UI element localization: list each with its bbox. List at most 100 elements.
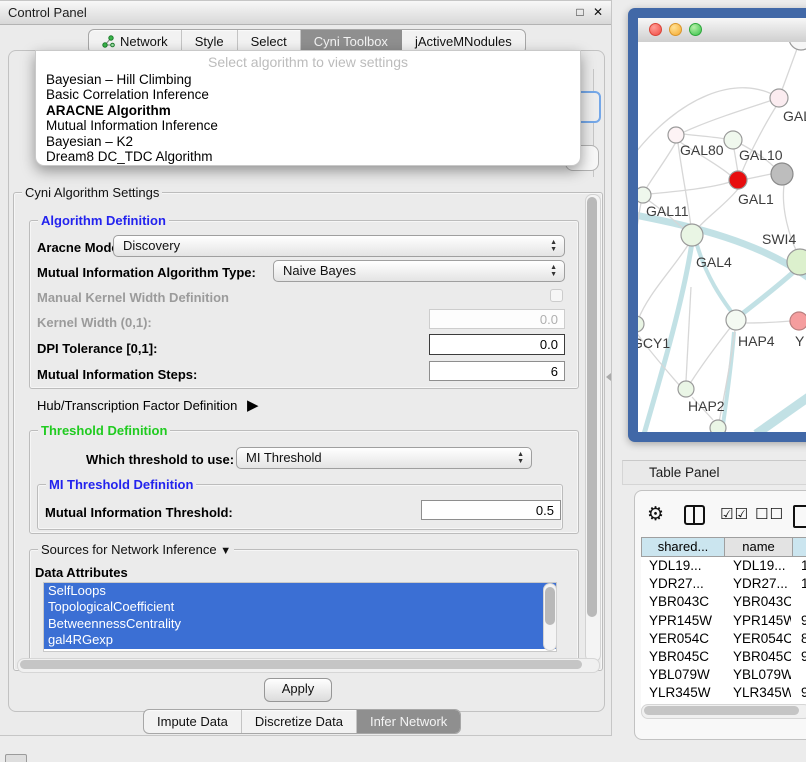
aracne-mode-select[interactable]: Discovery ▲▼ — [113, 235, 565, 257]
network-edge[interactable] — [686, 287, 691, 381]
network-canvas[interactable]: GALGAL80GAL10GAL1GAL11SWI4GAL4GCY1HAP4YH… — [638, 42, 806, 432]
table-body[interactable]: YDL19...YDL19...13YDR27...YDR27...12YBR0… — [641, 557, 806, 709]
tab-impute-data[interactable]: Impute Data — [144, 710, 242, 733]
mac-close-button[interactable] — [649, 23, 662, 36]
control-panel-titlebar[interactable]: Control Panel □ ✕ — [0, 1, 611, 25]
network-edge[interactable] — [684, 134, 725, 139]
attribute-list-item[interactable]: gal4RGexp — [44, 632, 556, 648]
combo-arrows-icon: ▲▼ — [517, 451, 524, 465]
table-row[interactable]: YER054CYER054C8. — [641, 630, 806, 648]
table-row[interactable]: YPR145WYPR145W9. — [641, 612, 806, 630]
table-row[interactable]: YBL079W YBL079W — [641, 666, 806, 684]
dpi-tolerance-field[interactable]: 0.0 — [429, 334, 565, 355]
mi-type-select[interactable]: Naive Bayes ▲▼ — [273, 260, 565, 282]
kernel-width-field[interactable]: 0.0 — [429, 309, 565, 329]
network-node[interactable] — [668, 127, 684, 143]
checked-boxes-icon[interactable]: ☑☑ — [720, 505, 749, 523]
table-cell: YBL079W — [733, 666, 791, 684]
table-row[interactable]: YDL19...YDL19...13 — [641, 557, 806, 575]
network-node[interactable] — [790, 312, 806, 330]
aracne-mode-value: Discovery — [123, 238, 180, 253]
network-node[interactable] — [789, 42, 806, 50]
document-icon[interactable] — [793, 505, 806, 528]
network-edge-highlighted[interactable] — [742, 268, 798, 314]
network-edge[interactable] — [747, 174, 771, 179]
table-row[interactable]: YLR345WYLR345W9. — [641, 684, 806, 702]
attribute-list-item[interactable]: SelfLoops — [44, 583, 556, 599]
collapsed-panel-button[interactable] — [5, 754, 27, 762]
dropdown-item[interactable]: Bayesian – Hill Climbing — [36, 72, 580, 87]
table-row[interactable]: YDR27...YDR27...12 — [641, 575, 806, 593]
manual-kernel-checkbox[interactable] — [550, 289, 563, 302]
network-edge[interactable] — [650, 182, 730, 194]
table-cell: 13 — [801, 557, 806, 575]
dropdown-item[interactable]: Mutual Information Inference — [36, 118, 580, 133]
unchecked-boxes-icon[interactable]: ☐☐ — [755, 505, 784, 523]
network-node[interactable] — [770, 89, 788, 107]
tab-infer-network[interactable]: Infer Network — [357, 710, 460, 733]
gear-icon[interactable]: ⚙ — [647, 505, 664, 524]
dropdown-item[interactable]: Bayesian – K2 — [36, 134, 580, 149]
data-attributes-list[interactable]: SelfLoopsTopologicalCoefficientBetweenne… — [43, 582, 557, 652]
which-threshold-select[interactable]: MI Threshold ▲▼ — [236, 447, 532, 469]
close-panel-icon[interactable]: ✕ — [591, 5, 605, 19]
network-edge[interactable] — [691, 328, 730, 382]
which-threshold-value: MI Threshold — [246, 450, 322, 465]
column-header-a[interactable]: A — [793, 537, 806, 557]
node-label-gal80: GAL80 — [680, 142, 724, 158]
network-node[interactable] — [710, 420, 726, 432]
table-row[interactable]: YBR043CYBR043C — [641, 593, 806, 611]
table-cell: YBR045C — [733, 648, 791, 666]
table-cell: YBL079W — [649, 666, 723, 684]
sources-legend[interactable]: Sources for Network Inference ▼ — [38, 542, 234, 557]
network-node[interactable] — [726, 310, 746, 330]
mi-steps-field[interactable]: 6 — [429, 361, 565, 381]
float-panel-icon[interactable]: □ — [573, 5, 587, 19]
network-node[interactable] — [771, 163, 793, 185]
network-edge-highlighted[interactable] — [638, 214, 806, 282]
network-node[interactable] — [681, 224, 703, 246]
table-cell: 9. — [801, 648, 806, 666]
network-node[interactable] — [638, 316, 644, 332]
dropdown-item[interactable]: ARACNE Algorithm — [36, 103, 580, 118]
column-header-shared[interactable]: shared... — [641, 537, 725, 557]
network-edge[interactable] — [698, 189, 738, 228]
mac-zoom-button[interactable] — [689, 23, 702, 36]
column-header-name[interactable]: name — [725, 537, 793, 557]
network-edge[interactable] — [734, 149, 738, 172]
tab-label: jActiveMNodules — [415, 34, 512, 49]
hub-definition-expander[interactable]: Hub/Transcription Factor Definition ▶ — [37, 396, 259, 414]
table-panel-titlebar[interactable]: Table Panel — [622, 460, 806, 485]
attributes-scrollbar-thumb[interactable] — [545, 587, 555, 625]
settings-vscrollbar-thumb[interactable] — [587, 197, 597, 617]
network-window-titlebar[interactable] — [638, 18, 806, 43]
dropdown-item[interactable]: Basic Correlation Inference — [36, 87, 580, 102]
attributes-list-scrollbar[interactable] — [543, 583, 557, 651]
network-edge[interactable] — [745, 321, 791, 323]
attribute-list-item[interactable]: TopologicalCoefficient — [44, 599, 556, 615]
mi-type-label: Mutual Information Algorithm Type: — [37, 265, 256, 280]
split-columns-icon[interactable] — [684, 505, 705, 525]
network-edge[interactable] — [638, 203, 641, 317]
dropdown-item[interactable]: Dream8 DC_TDC Algorithm — [36, 149, 580, 164]
network-node[interactable] — [787, 249, 806, 275]
table-hscrollbar-thumb[interactable] — [644, 706, 799, 715]
table-horizontal-scrollbar[interactable] — [641, 704, 806, 719]
split-pane-divider-arrow[interactable] — [606, 373, 611, 381]
tab-discretize-data[interactable]: Discretize Data — [242, 710, 357, 733]
settings-vertical-scrollbar[interactable] — [585, 194, 601, 662]
settings-horizontal-scrollbar[interactable] — [17, 658, 600, 673]
network-edge[interactable] — [644, 142, 676, 192]
mi-threshold-field[interactable]: 0.5 — [421, 500, 561, 520]
attribute-list-item[interactable]: BetweennessCentrality — [44, 616, 556, 632]
apply-button[interactable]: Apply — [264, 678, 332, 702]
settings-hscrollbar-thumb[interactable] — [20, 660, 582, 669]
tab-label: Style — [195, 34, 224, 49]
network-node[interactable] — [678, 381, 694, 397]
table-row[interactable]: YBR045CYBR045C9. — [641, 648, 806, 666]
mac-minimize-button[interactable] — [669, 23, 682, 36]
table-cell: YDL19... — [733, 557, 791, 575]
network-node[interactable] — [638, 187, 651, 203]
network-node[interactable] — [729, 171, 747, 189]
network-edge-highlighted[interactable] — [756, 392, 806, 432]
